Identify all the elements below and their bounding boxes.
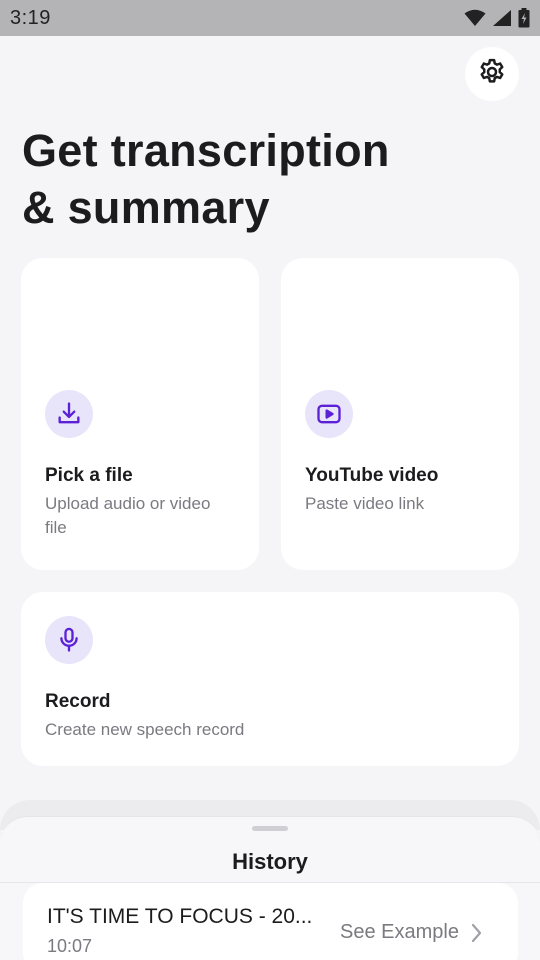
- signal-icon: [492, 9, 512, 27]
- play-icon: [305, 390, 353, 438]
- history-sheet[interactable]: History IT'S TIME TO FOCUS - 20... 10:07…: [0, 816, 540, 960]
- record-title: Record: [45, 691, 111, 712]
- youtube-title: YouTube video: [305, 465, 439, 486]
- status-icons: [464, 8, 530, 28]
- youtube-subtitle: Paste video link: [305, 494, 425, 513]
- pick-file-subtitle-line1: Upload audio or video: [45, 494, 211, 513]
- chevron-right-icon: [469, 922, 483, 949]
- status-time: 3:19: [10, 6, 51, 29]
- gear-icon: [477, 57, 507, 92]
- pick-file-card[interactable]: Pick a file Upload audio or video file: [21, 258, 259, 570]
- page-title-line2: & summary: [22, 182, 270, 233]
- pick-file-subtitle-line2: file: [45, 518, 67, 537]
- drag-handle[interactable]: [252, 826, 288, 831]
- pick-file-title: Pick a file: [45, 465, 133, 486]
- history-list-item[interactable]: IT'S TIME TO FOCUS - 20... 10:07 See Exa…: [23, 883, 518, 960]
- microphone-icon: [45, 616, 93, 664]
- record-subtitle: Create new speech record: [45, 720, 245, 739]
- wifi-icon: [464, 9, 486, 27]
- record-card[interactable]: Record Create new speech record: [21, 592, 519, 766]
- settings-button[interactable]: [465, 47, 519, 101]
- youtube-video-card[interactable]: YouTube video Paste video link: [281, 258, 519, 570]
- battery-icon: [518, 8, 530, 28]
- status-bar: 3:19: [0, 0, 540, 36]
- download-icon: [45, 390, 93, 438]
- history-item-time: 10:07: [47, 936, 93, 956]
- see-example-link[interactable]: See Example: [340, 921, 459, 944]
- page-title-line1: Get transcription: [22, 125, 390, 176]
- history-item-title: IT'S TIME TO FOCUS - 20...: [47, 905, 313, 928]
- history-title: History: [232, 849, 308, 874]
- page-title: Get transcription & summary: [22, 122, 502, 236]
- pick-file-subtitle: Upload audio or video file: [45, 492, 210, 540]
